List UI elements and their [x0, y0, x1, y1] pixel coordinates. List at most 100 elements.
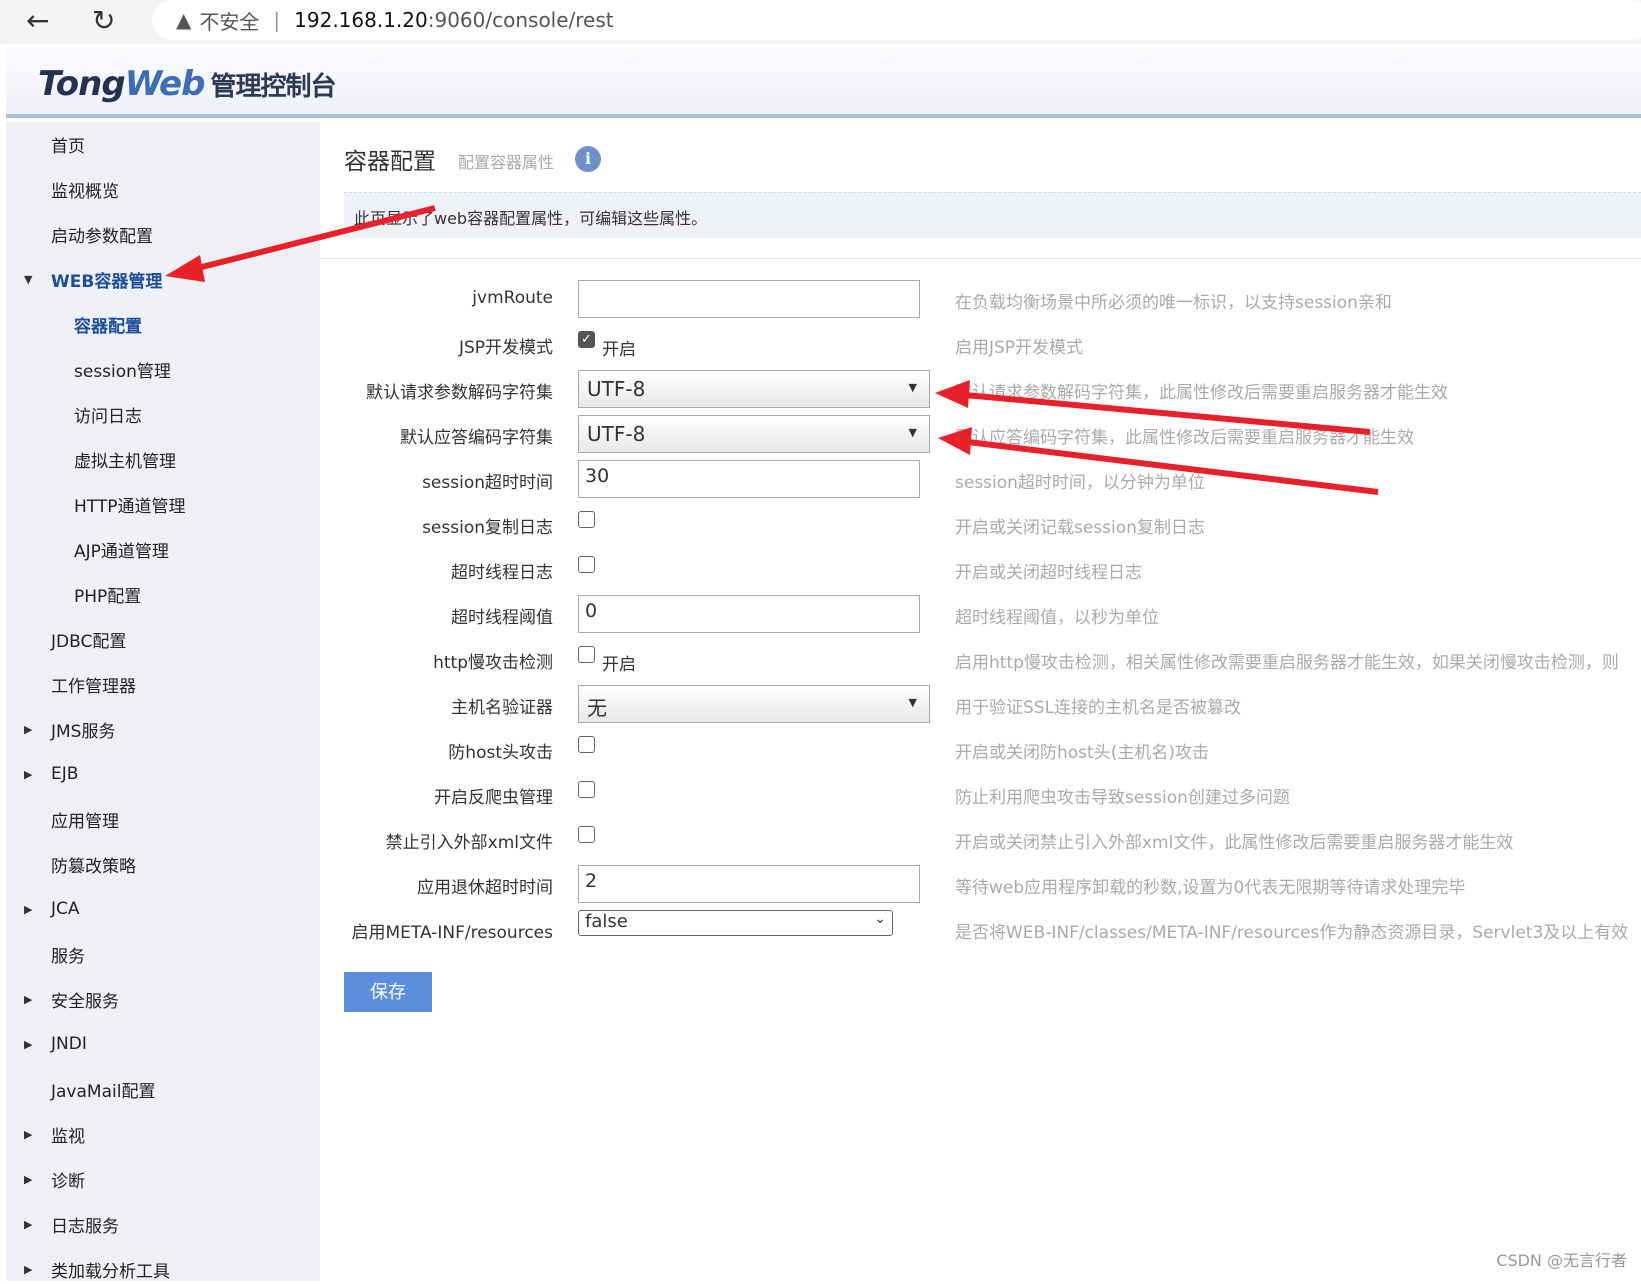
- sidebar-item[interactable]: ▶ JCA: [6, 894, 80, 924]
- select-dropdown[interactable]: UTF-8 ▼: [578, 370, 930, 408]
- info-icon[interactable]: i: [575, 146, 601, 172]
- field-label: 主机名验证器: [451, 698, 553, 718]
- checkbox[interactable]: [578, 736, 595, 753]
- chevron-down-icon: ⌄: [874, 911, 886, 927]
- caret-right-icon[interactable]: ▶: [24, 1263, 32, 1276]
- checkbox[interactable]: [578, 646, 595, 663]
- sidebar-item[interactable]: ▶ 监视: [6, 1119, 85, 1149]
- form-row: 启用META-INF/resources false ⌄ 是否将WEB-INF/cla…: [320, 910, 1641, 950]
- caret-right-icon[interactable]: ▶: [24, 1173, 32, 1186]
- caret-right-icon[interactable]: ▶: [24, 1038, 32, 1051]
- sidebar-item[interactable]: JavaMail配置: [6, 1074, 155, 1104]
- divider: [320, 258, 1641, 259]
- sidebar-item[interactable]: 虚拟主机管理: [6, 444, 176, 474]
- sidebar-item[interactable]: ▶ 诊断: [6, 1164, 85, 1194]
- sidebar-item[interactable]: HTTP通道管理: [6, 489, 186, 519]
- warning-icon: ▲: [176, 8, 192, 32]
- caret-right-icon[interactable]: ▶: [24, 768, 32, 781]
- sidebar-item[interactable]: ▶ JMS服务: [6, 714, 115, 744]
- text-input[interactable]: [578, 280, 920, 318]
- sidebar-item-label: session管理: [74, 361, 171, 382]
- select-dropdown[interactable]: 无 ▼: [578, 685, 930, 723]
- field-label: JSP开发模式: [458, 338, 553, 358]
- field-description: 等待web应用程序卸载的秒数,设置为0代表无限期等待请求处理完毕: [955, 878, 1466, 898]
- field-description: 开启或关闭防host头(主机名)攻击: [955, 743, 1209, 763]
- sidebar-item[interactable]: ▶ 日志服务: [6, 1209, 119, 1239]
- url-host: 192.168.1.20: [294, 8, 428, 32]
- url-path: :9060/console/rest: [427, 8, 614, 32]
- checkbox-label: 开启: [602, 655, 636, 675]
- sidebar-item[interactable]: ▼ WEB容器管理: [6, 264, 162, 294]
- sidebar-item-label: JCA: [51, 899, 80, 919]
- select-value: UTF-8: [587, 377, 646, 401]
- caret-right-icon[interactable]: ▶: [24, 903, 32, 916]
- sidebar-item[interactable]: 启动参数配置: [6, 219, 153, 249]
- caret-right-icon[interactable]: ▶: [24, 723, 32, 736]
- field-label: 启用META-INF/resources: [351, 923, 554, 943]
- app-header: TongWeb 管理控制台: [6, 46, 1641, 118]
- sidebar-item[interactable]: 监视概览: [6, 174, 119, 204]
- sidebar-item[interactable]: PHP配置: [6, 579, 141, 609]
- field-description: 启用http慢攻击检测，相关属性修改需要重启服务器才能生效，如果关闭慢攻击检测，…: [955, 653, 1619, 673]
- field-description: 防止利用爬虫攻击导致session创建过多问题: [955, 788, 1290, 808]
- sidebar-item[interactable]: 服务: [6, 939, 85, 969]
- form-row: 主机名验证器无 ▼ 用于验证SSL连接的主机名是否被篡改: [320, 685, 1641, 725]
- form-row: 禁止引入外部xml文件 开启或关闭禁止引入外部xml文件，此属性修改后需要重启服务…: [320, 820, 1641, 860]
- sidebar-item-label: 容器配置: [74, 316, 142, 337]
- select-dropdown[interactable]: UTF-8 ▼: [578, 415, 930, 453]
- sidebar-item-label: WEB容器管理: [51, 271, 163, 292]
- sidebar-item[interactable]: 容器配置: [6, 309, 142, 339]
- caret-down-icon[interactable]: ▼: [24, 273, 32, 286]
- checkbox[interactable]: [578, 781, 595, 798]
- sidebar-item[interactable]: ▶ JNDI: [6, 1029, 87, 1059]
- sidebar-item-label: 安全服务: [51, 991, 119, 1012]
- text-input[interactable]: 30: [578, 460, 920, 498]
- sidebar-item[interactable]: 访问日志: [6, 399, 142, 429]
- page-subtitle: 配置容器属性: [458, 153, 555, 172]
- sidebar-item[interactable]: 工作管理器: [6, 669, 136, 699]
- sidebar-item[interactable]: AJP通道管理: [6, 534, 169, 564]
- browser-toolbar: ← ↻ ▲ 不安全 | 192.168.1.20 :9060/console/r…: [0, 0, 1641, 44]
- sidebar-item[interactable]: session管理: [6, 354, 171, 384]
- sidebar-item-label: AJP通道管理: [74, 541, 169, 562]
- save-button[interactable]: 保存: [344, 972, 432, 1012]
- sidebar-nav: 首页监视概览启动参数配置 ▼ WEB容器管理 容器配置 session管理访问日志虚拟主…: [6, 122, 320, 1284]
- sidebar-item[interactable]: 应用管理: [6, 804, 119, 834]
- text-input[interactable]: 2: [578, 865, 920, 903]
- sidebar-item[interactable]: 首页: [6, 129, 85, 159]
- sidebar-item[interactable]: JDBC配置: [6, 624, 126, 654]
- form-row: 防host头攻击 开启或关闭防host头(主机名)攻击: [320, 730, 1641, 770]
- checkbox[interactable]: [578, 511, 595, 528]
- field-label: 开启反爬虫管理: [434, 788, 553, 808]
- sidebar-item-label: 应用管理: [51, 811, 119, 832]
- field-label: 禁止引入外部xml文件: [385, 833, 553, 853]
- field-label: session复制日志: [422, 518, 553, 538]
- sidebar-item-label: 工作管理器: [51, 676, 136, 697]
- address-bar[interactable]: ▲ 不安全 | 192.168.1.20 :9060/console/rest: [152, 0, 1641, 40]
- field-label: http慢攻击检测: [433, 653, 553, 673]
- form-row: jvmRoute 在负载均衡场景中所必须的唯一标识，以支持session亲和: [320, 280, 1641, 320]
- sidebar-item-label: 日志服务: [51, 1216, 119, 1237]
- caret-right-icon[interactable]: ▶: [24, 1218, 32, 1231]
- sidebar-item-label: 虚拟主机管理: [74, 451, 176, 472]
- sidebar-item[interactable]: 防篡改策略: [6, 849, 136, 879]
- caret-right-icon[interactable]: ▶: [24, 1128, 32, 1141]
- sidebar-item[interactable]: ▶ 安全服务: [6, 984, 119, 1014]
- sidebar-item-label: JDBC配置: [51, 631, 127, 652]
- native-select[interactable]: false ⌄: [578, 910, 893, 936]
- checkbox[interactable]: [578, 826, 595, 843]
- text-input[interactable]: 0: [578, 595, 920, 633]
- sidebar-item-label: JMS服务: [51, 721, 116, 742]
- back-icon[interactable]: ←: [26, 4, 49, 37]
- checkbox[interactable]: ✓: [578, 331, 595, 348]
- field-label: 默认应答编码字符集: [400, 428, 553, 448]
- sidebar-item-label: 防篡改策略: [51, 856, 136, 877]
- caret-right-icon[interactable]: ▶: [24, 993, 32, 1006]
- sidebar-item[interactable]: ▶ 类加载分析工具: [6, 1254, 170, 1284]
- sidebar-item[interactable]: ▶ EJB: [6, 759, 78, 789]
- reload-icon[interactable]: ↻: [92, 4, 115, 37]
- field-description: 开启或关闭记载session复制日志: [955, 518, 1205, 538]
- checkbox[interactable]: [578, 556, 595, 573]
- field-label: session超时时间: [422, 473, 553, 493]
- sidebar-item-label: JNDI: [51, 1034, 87, 1054]
